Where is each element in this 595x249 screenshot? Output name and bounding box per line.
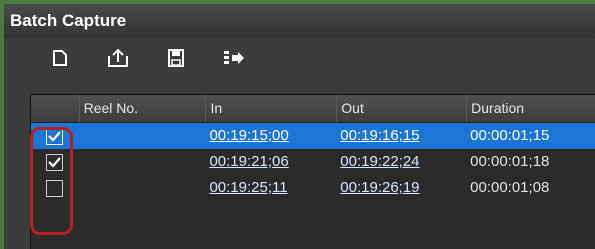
cell-out[interactable]: 00:19:16;15 (336, 123, 466, 149)
header-check (31, 95, 79, 122)
toolbar (4, 38, 595, 78)
table-row[interactable]: 00:19:15;00 00:19:16;15 00:00:01;15 (31, 123, 595, 149)
save-button[interactable] (156, 43, 196, 73)
capture-list-table: Reel No. In Out Duration 00:19:15;00 00:… (30, 94, 595, 249)
cell-duration: 00:00:01;08 (470, 179, 550, 196)
export-button[interactable] (98, 43, 138, 73)
cell-in[interactable]: 00:19:21;06 (205, 149, 336, 175)
header-duration[interactable]: Duration (466, 95, 595, 122)
checkbox-highlight-callout (30, 127, 73, 235)
window-title: Batch Capture (4, 4, 595, 38)
header-reel[interactable]: Reel No. (78, 95, 206, 122)
list-import-icon (224, 51, 244, 64)
table-row[interactable]: 00:19:25;11 00:19:26;19 00:00:01;08 (31, 175, 595, 201)
cell-duration: 00:00:01;15 (470, 127, 550, 144)
header-in[interactable]: In (205, 95, 336, 122)
import-list-button[interactable] (214, 43, 254, 73)
header-out[interactable]: Out (336, 95, 466, 122)
new-button[interactable] (40, 43, 80, 73)
save-icon (168, 49, 184, 67)
table-header: Reel No. In Out Duration (31, 95, 595, 123)
cell-in[interactable]: 00:19:15;00 (205, 123, 336, 149)
new-document-icon (53, 50, 67, 66)
cell-in[interactable]: 00:19:25;11 (205, 175, 336, 201)
cell-duration: 00:00:01;18 (470, 153, 550, 170)
cell-out[interactable]: 00:19:22;24 (336, 149, 466, 175)
cell-out[interactable]: 00:19:26;19 (336, 175, 466, 201)
table-row[interactable]: 00:19:21;06 00:19:22;24 00:00:01;18 (31, 149, 595, 175)
batch-capture-window: Batch Capture Reel No. In Out Duration 0… (4, 4, 595, 249)
export-icon (108, 49, 128, 67)
